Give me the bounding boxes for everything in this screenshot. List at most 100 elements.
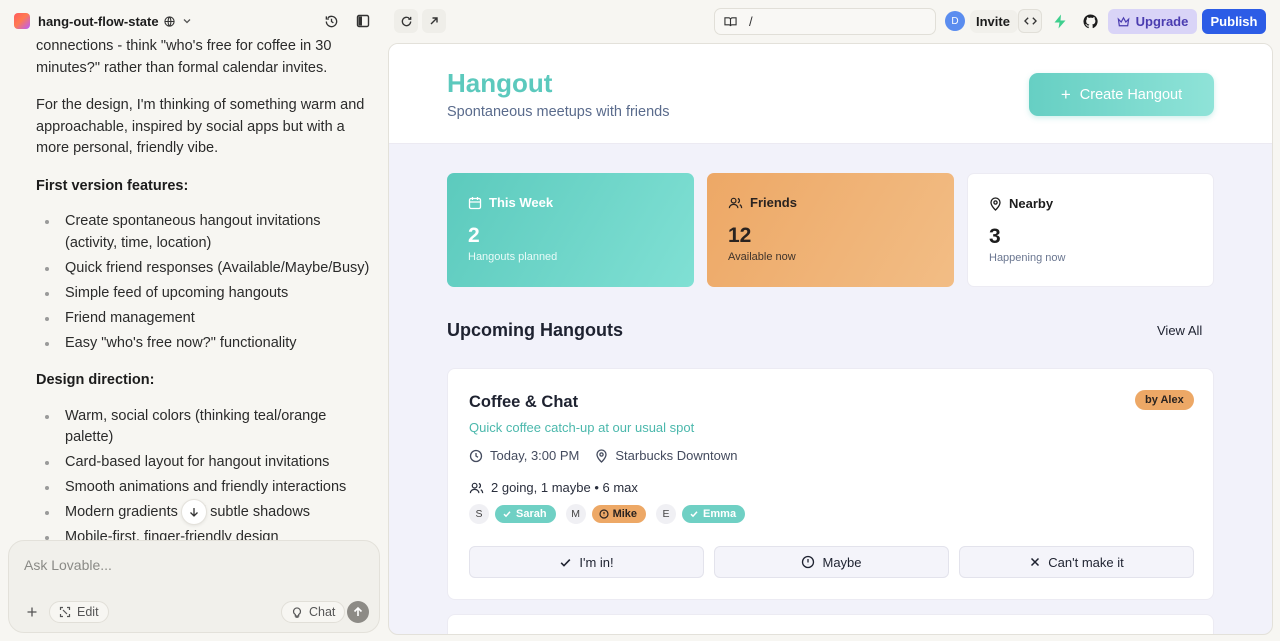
chat-panel: hang-out-flow-state connections - think … [0,0,388,641]
page-title: Hangout [447,68,553,98]
host-badge: by Alex [1135,390,1194,410]
list-item: Card-based layout for hangout invitation… [36,452,370,474]
supabase-button[interactable] [1048,9,1072,33]
rsvp-maybe-label: Maybe [822,554,862,570]
list-item: Easy "who's free now?" functionality [36,333,370,355]
list-item: Smooth animations and friendly interacti… [36,477,370,499]
edit-icon [59,606,71,618]
stat-head: Friends [728,195,933,210]
page-subtitle: Spontaneous meetups with friends [447,104,670,120]
stat-label: This Week [489,195,554,210]
url-bar[interactable]: / [714,8,936,35]
external-link-icon [430,17,438,25]
attendee-chip: Emma [682,505,746,523]
chevron-down-icon[interactable] [181,15,193,27]
chat-composer[interactable]: Ask Lovable... Edit Chat [8,540,380,633]
design-list: Warm, social colors (thinking teal/orang… [36,406,370,542]
list-item: Friend management [36,308,370,330]
alert-circle-icon [598,509,609,519]
app-preview: Hangout Spontaneous meetups with friends… [388,43,1273,635]
list-item: Quick friend responses (Available/Maybe/… [36,258,370,280]
bolt-icon [1054,14,1066,28]
features-list: Create spontaneous hangout invitations (… [36,211,370,354]
features-heading: First version features: [36,177,189,194]
stat-head: Nearby [989,196,1192,211]
attach-button[interactable] [21,601,43,623]
users-icon [469,482,484,493]
chat-label: Chat [309,605,336,619]
attendance-text: 2 going, 1 maybe • 6 max [491,480,638,495]
globe-icon [163,15,175,27]
create-hangout-button[interactable]: + Create Hangout [1029,73,1214,116]
x-icon [1031,557,1040,567]
section-title: Upcoming Hangouts [447,320,623,340]
stat-label: Friends [750,195,797,210]
list-item: Simple feed of upcoming hangouts [36,283,370,305]
url-path: / [749,14,753,29]
book-icon [724,16,737,26]
hangout-location: Starbucks Downtown [615,448,738,463]
stat-value: 12 [728,224,752,247]
check-icon [560,558,571,567]
rsvp-maybe-button[interactable]: Maybe [714,546,949,578]
plus-icon: + [1060,84,1071,104]
attendance-summary: 2 going, 1 maybe • 6 max [469,480,638,495]
stat-head: This Week [468,195,673,210]
view-all-link[interactable]: View All [1157,323,1202,338]
crown-icon [1117,16,1130,26]
hangout-card[interactable] [447,614,1214,634]
chat-paragraph: For the design, I'm thinking of somethin… [36,97,365,156]
hangout-card[interactable]: Coffee & Chat by Alex Quick coffee catch… [447,368,1214,600]
stat-sub: Available now [728,251,796,263]
attendee-chip: Sarah [495,505,556,523]
lovable-logo[interactable] [14,13,30,29]
invite-button[interactable]: D Invite [945,9,1018,33]
hangout-description: Quick coffee catch-up at our usual spot [469,420,695,435]
edit-button[interactable]: Edit [49,601,109,623]
attendee-name: Emma [703,508,737,520]
stat-sub: Hangouts planned [468,251,558,263]
clock-icon [469,449,483,462]
refresh-icon [401,16,411,26]
attendee-chip: Mike [591,505,647,523]
list-item: Warm, social colors (thinking teal/orang… [36,406,370,449]
chat-mode-button[interactable]: Chat [281,601,346,623]
rsvp-cant-label: Can't make it [1048,554,1124,570]
attendee-list: S Sarah M Mike E Emma [469,504,755,524]
chat-transcript[interactable]: connections - think "who's free for coff… [0,36,388,542]
edit-label: Edit [77,605,99,619]
stat-value: 2 [468,224,480,247]
upgrade-label: Upgrade [1135,14,1189,29]
alert-circle-icon [802,555,815,569]
avatar: S [469,504,489,524]
app-header: Hangout Spontaneous meetups with friends… [389,44,1272,144]
arrow-up-icon [353,606,363,616]
stat-label: Nearby [1009,196,1054,211]
sidebar-toggle-icon[interactable] [353,11,373,31]
map-pin-icon [596,448,608,463]
arrow-down-icon [190,508,198,517]
rsvp-in-label: I'm in! [579,554,614,570]
scroll-to-bottom-button[interactable] [181,499,207,525]
composer-input[interactable]: Ask Lovable... [24,557,112,573]
github-icon [1082,13,1098,28]
rsvp-in-button[interactable]: I'm in! [469,546,704,578]
upgrade-button[interactable]: Upgrade [1108,9,1197,34]
send-button[interactable] [347,601,369,623]
create-hangout-label: Create Hangout [1079,86,1183,103]
hangout-title: Coffee & Chat [469,393,579,411]
code-icon [1023,17,1037,25]
hangout-meta: Today, 3:00 PM Starbucks Downtown [469,448,738,463]
publish-button[interactable]: Publish [1202,9,1266,34]
code-view-button[interactable] [1018,9,1042,33]
github-button[interactable] [1078,9,1102,33]
refresh-button[interactable] [394,9,418,33]
avatar: E [656,504,677,524]
stat-card-this-week: This Week 2 Hangouts planned [447,173,694,287]
history-icon[interactable] [321,11,341,31]
invite-label: Invite [970,9,1018,33]
rsvp-cant-button[interactable]: Can't make it [959,546,1194,578]
open-external-button[interactable] [422,9,446,33]
project-name[interactable]: hang-out-flow-state [38,14,159,29]
lightbulb-icon [292,607,302,618]
